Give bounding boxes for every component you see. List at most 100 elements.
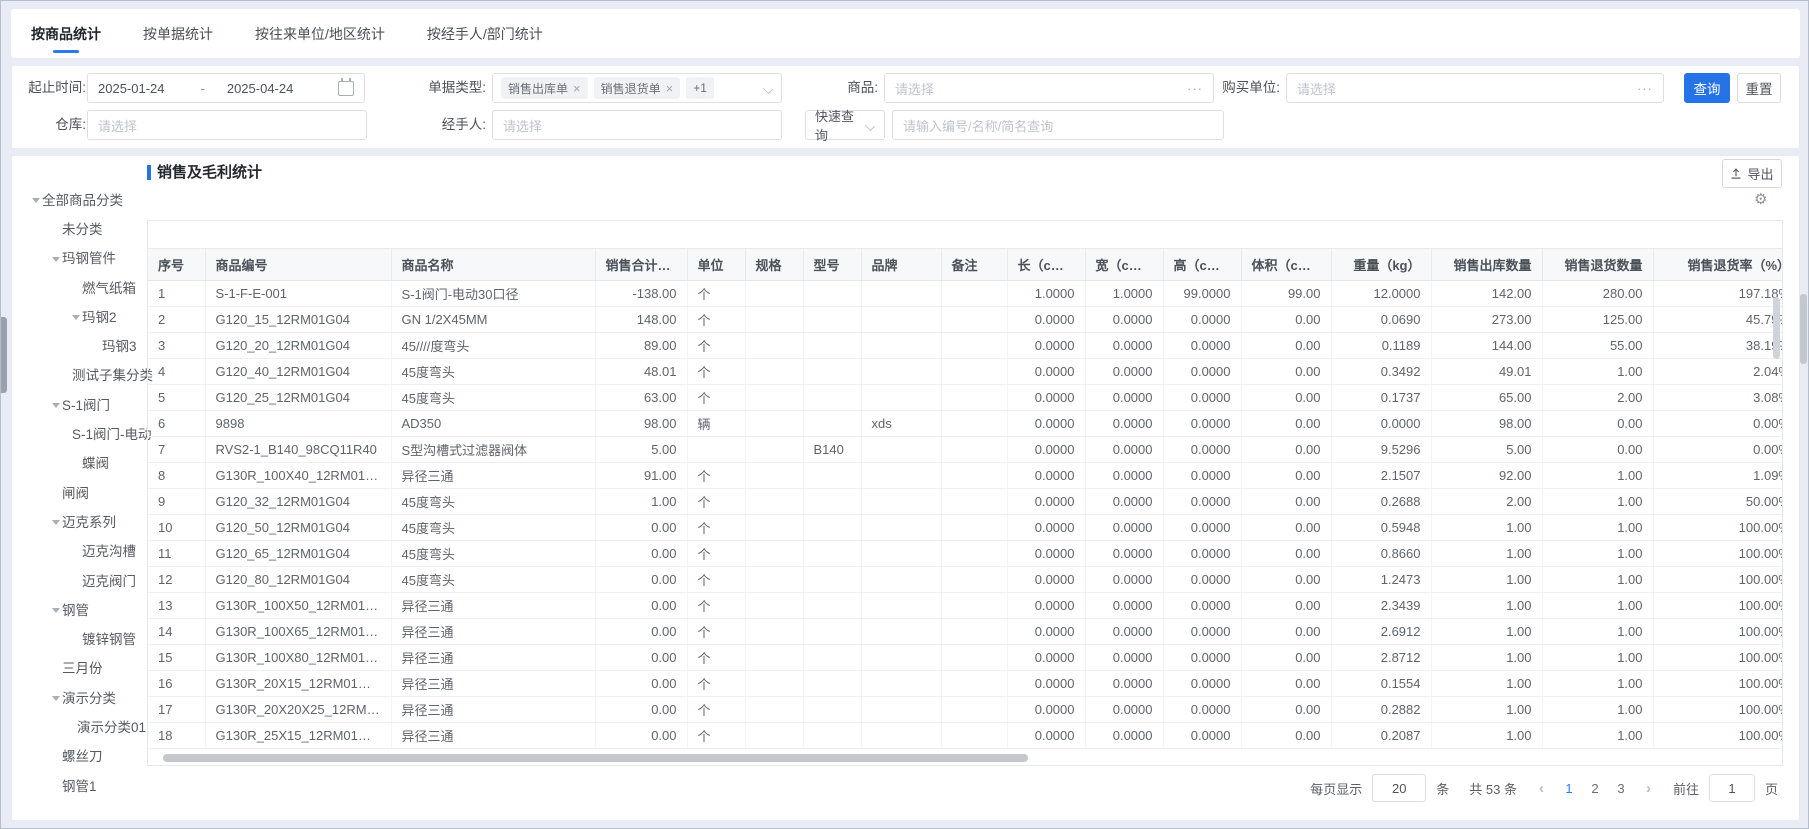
page-3[interactable]: 3 <box>1610 781 1632 796</box>
table-row[interactable]: 7 RVS2-1_B140_98CQ11R40 S型沟槽式过滤器阀体 5.00 B140… <box>148 436 1782 463</box>
tree-item-13[interactable]: 迈克沟槽 <box>20 536 146 565</box>
table-row[interactable]: 4 G120_40_12RM01G04 45度弯头 48.01 个 0.0000 0.000… <box>148 358 1782 385</box>
caret-down-icon[interactable] <box>32 191 42 206</box>
ellipsis-icon[interactable]: ··· <box>1187 81 1203 96</box>
table-cell: 49.01 <box>1431 358 1543 385</box>
table-row[interactable]: 17 G130R_20X20X25_12RM01G... 异径三通 0.00 个 0.00… <box>148 696 1782 723</box>
table-row[interactable]: 15 G130R_100X80_12RM01G04 异径三通 0.00 个 0.0000 0… <box>148 644 1782 671</box>
table-cell: 0.0000 <box>1085 436 1164 463</box>
table-row[interactable]: 16 G130R_20X15_12RM01G04 异径三通 0.00 个 0.0000 0.… <box>148 670 1782 697</box>
table-row[interactable]: 8 G130R_100X40_12RM01G04 异径三通 91.00 个 0.0000 0… <box>148 462 1782 489</box>
horizontal-scrollbar[interactable] <box>163 754 1028 762</box>
caret-down-icon[interactable] <box>52 513 62 528</box>
table-cell: 0.0000 <box>1007 722 1086 749</box>
tab-4[interactable]: 按经手人/部门统计 <box>425 10 545 58</box>
gear-icon[interactable]: ⚙ <box>1754 192 1767 207</box>
table-row[interactable]: 6 9898 AD350 98.00 辆 xds 0.0000 0.0000 0.0000 0.0… <box>148 410 1782 437</box>
tree-item-11[interactable]: 闸阀 <box>20 477 146 506</box>
keyword-input[interactable]: 请输入编号/名称/简名查询 <box>892 110 1224 140</box>
tag-close-icon[interactable]: × <box>666 81 674 96</box>
tree-item-3[interactable]: 玛钢管件 <box>20 243 146 272</box>
buyer-select[interactable]: 请选择 ··· <box>1286 73 1664 103</box>
table-row[interactable]: 10 G120_50_12RM01G04 45度弯头 0.00 个 0.0000 0.000… <box>148 514 1782 541</box>
table-cell: 99.0000 <box>1163 280 1242 307</box>
search-button[interactable]: 查询 <box>1684 73 1730 103</box>
date-end[interactable]: 2025-04-24 <box>227 81 294 96</box>
tree-item-7[interactable]: 测试子集分类 <box>20 360 153 389</box>
table-cell: G120_50_12RM01G04 <box>205 514 392 541</box>
table-cell: 0.0000 <box>1163 410 1242 437</box>
handler-select[interactable]: 请选择 <box>492 110 782 140</box>
table-cell: 0.0000 <box>1007 358 1086 385</box>
prev-page-arrow[interactable]: ‹ <box>1535 780 1548 797</box>
page-2[interactable]: 2 <box>1584 781 1606 796</box>
table-row[interactable]: 12 G120_80_12RM01G04 45度弯头 0.00 个 0.0000 0.000… <box>148 566 1782 593</box>
doc-type-tag[interactable]: 销售退货单 × <box>593 77 681 99</box>
tree-item-4[interactable]: 燃气纸箱 <box>20 272 146 301</box>
doc-type-select[interactable]: 销售出库单 × 销售退货单 × +1 <box>492 73 782 103</box>
table-cell: 1.00 <box>1431 670 1543 697</box>
tree-item-20[interactable]: 螺丝刀 <box>20 741 146 770</box>
tree-item-8[interactable]: S-1阀门 <box>20 389 146 418</box>
doc-type-more-tag[interactable]: +1 <box>686 77 714 99</box>
table-row[interactable]: 2 G120_15_12RM01G04 GN 1/2X45MM 148.00 个 0.00… <box>148 306 1782 333</box>
right-edge-scrollbar[interactable] <box>1800 294 1807 364</box>
table-row[interactable]: 1 S-1-F-E-001 S-1阀门-电动30口径 -138.00 个 1.0000 1.… <box>148 280 1782 307</box>
tree-item-14[interactable]: 迈克阀门 <box>20 565 146 594</box>
tab-1[interactable]: 按商品统计 <box>29 10 103 58</box>
table-row[interactable]: 3 G120_20_12RM01G04 45////度弯头 89.00 个 0.0000 0… <box>148 332 1782 359</box>
next-page-arrow[interactable]: › <box>1642 780 1655 797</box>
tree-item-17[interactable]: 三月份 <box>20 653 146 682</box>
warehouse-select[interactable]: 请选择 <box>87 110 367 140</box>
date-range-input[interactable]: 2025-01-24 - 2025-04-24 <box>87 73 365 103</box>
caret-down-icon[interactable] <box>52 689 62 704</box>
reset-button[interactable]: 重置 <box>1737 73 1781 103</box>
tree-item-16[interactable]: 镀锌钢管 <box>20 623 146 652</box>
caret-down-icon[interactable] <box>52 396 62 411</box>
vertical-scrollbar[interactable] <box>1773 297 1780 359</box>
tree-item-2[interactable]: 未分类 <box>20 213 146 242</box>
table-cell: RVS2-1_B140_98CQ11R40 <box>205 436 392 463</box>
tree-item-19[interactable]: 演示分类01 <box>20 711 146 740</box>
tree-item-5[interactable]: 玛钢2 <box>20 301 146 330</box>
tree-item-18[interactable]: 演示分类 <box>20 682 146 711</box>
tree-item-1[interactable]: 全部商品分类 <box>20 184 146 213</box>
caret-down-icon[interactable] <box>52 601 62 616</box>
table-row[interactable]: 9 G120_32_12RM01G04 45度弯头 1.00 个 0.0000 0.0000… <box>148 488 1782 515</box>
tag-close-icon[interactable]: × <box>573 81 581 96</box>
date-start[interactable]: 2025-01-24 <box>98 81 165 96</box>
tree-item-10[interactable]: 蝶阀 <box>20 448 146 477</box>
export-button[interactable]: 导出 <box>1722 159 1782 188</box>
table-row[interactable]: 13 G130R_100X50_12RM01G04 异径三通 0.00 个 0.0000 0… <box>148 592 1782 619</box>
tree-item-12[interactable]: 迈克系列 <box>20 506 146 535</box>
table-cell <box>941 332 1008 359</box>
ellipsis-icon[interactable]: ··· <box>1637 81 1653 96</box>
tab-2[interactable]: 按单据统计 <box>141 10 215 58</box>
caret-down-icon[interactable] <box>52 250 62 265</box>
table-cell: 45度弯头 <box>391 514 596 541</box>
product-select[interactable]: 请选择 ··· <box>884 73 1214 103</box>
quick-query-dropdown[interactable]: 快速查询 <box>805 109 885 143</box>
table-cell: 14 <box>148 618 206 645</box>
table-cell <box>861 514 942 541</box>
table-row[interactable]: 11 G120_65_12RM01G04 45度弯头 0.00 个 0.0000 0.000… <box>148 540 1782 567</box>
table-cell: 0.0000 <box>1007 566 1086 593</box>
tab-3[interactable]: 按往来单位/地区统计 <box>253 10 387 58</box>
table-row[interactable]: 18 G130R_25X15_12RM01G04 异径三通 0.00 个 0.0000 0.… <box>148 722 1782 749</box>
tree-item-15[interactable]: 钢管 <box>20 594 146 623</box>
page-1[interactable]: 1 <box>1558 781 1580 796</box>
tree-item-21[interactable]: 钢管1 <box>20 770 146 799</box>
goto-page-input[interactable]: 1 <box>1708 774 1755 802</box>
doc-type-tag[interactable]: 销售出库单 × <box>501 77 588 99</box>
per-page-input[interactable]: 20 <box>1372 774 1427 802</box>
tree-item-9[interactable]: S-1阀门-电动 <box>20 418 152 447</box>
caret-down-icon[interactable] <box>72 308 82 323</box>
tree-item-6[interactable]: 玛钢3 <box>20 330 146 359</box>
table-cell <box>687 436 746 463</box>
table-row[interactable]: 14 G130R_100X65_12RM01G04 异径三通 0.00 个 0.0000 0… <box>148 618 1782 645</box>
table-cell: 0.0000 <box>1007 306 1086 333</box>
table-cell: 45.79% <box>1653 306 1782 333</box>
table-row[interactable]: 5 G120_25_12RM01G04 45度弯头 63.00 个 0.0000 0.000… <box>148 384 1782 411</box>
left-edge-scroll-handle[interactable] <box>1 317 7 393</box>
table-cell: 1.00 <box>1431 566 1543 593</box>
